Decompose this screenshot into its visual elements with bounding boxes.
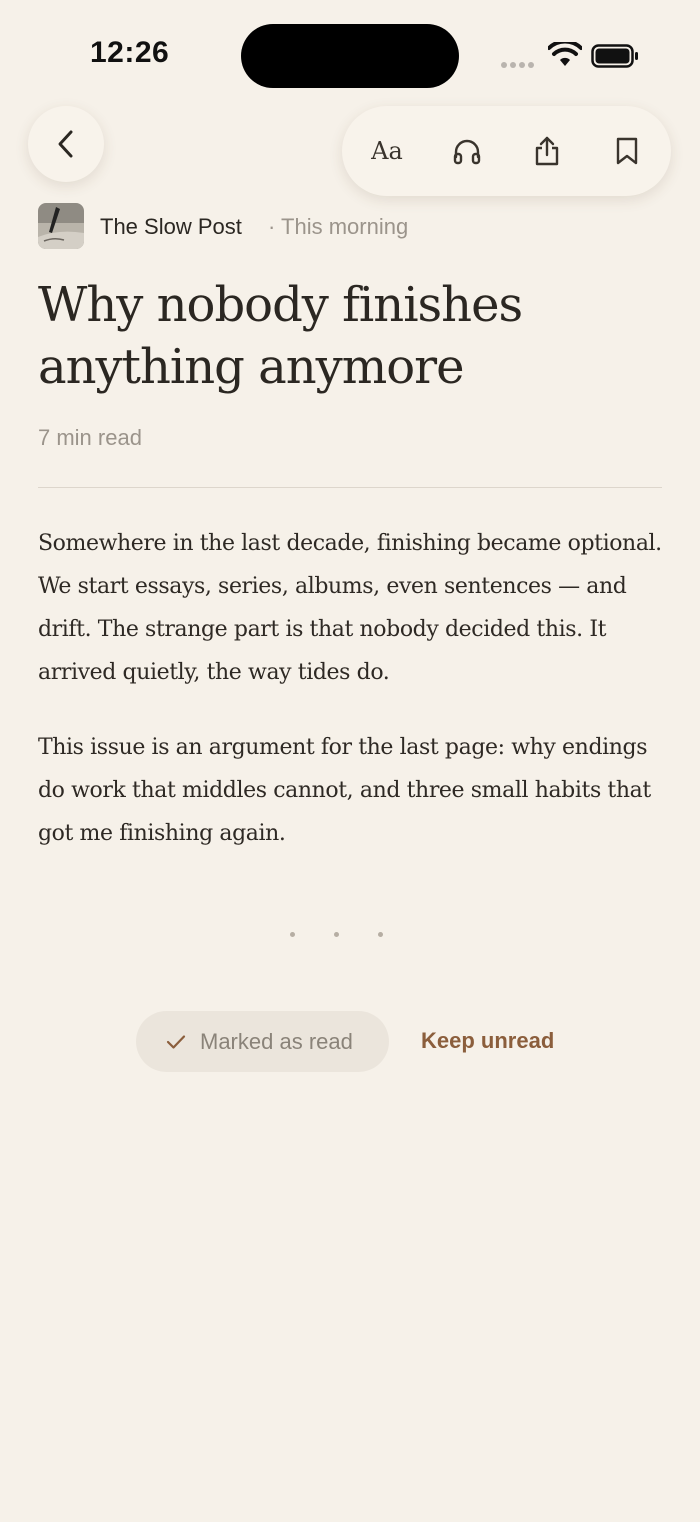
section-break <box>290 932 383 937</box>
reader-toolbar: Aa <box>342 106 671 196</box>
publication-logo[interactable] <box>38 203 84 249</box>
marked-as-read-button[interactable]: Marked as read <box>136 1011 389 1072</box>
marked-as-read-label: Marked as read <box>200 1028 353 1054</box>
wifi-icon <box>548 42 582 66</box>
bookmark-icon <box>616 137 638 165</box>
back-button[interactable] <box>28 106 104 182</box>
share-button[interactable] <box>517 106 577 196</box>
article-paragraph: Somewhere in the last decade, finishing … <box>38 531 662 685</box>
battery-icon <box>591 44 638 68</box>
divider <box>38 487 662 488</box>
article-paragraph: This issue is an argument for the last p… <box>38 735 651 846</box>
publication-name[interactable]: The Slow Post <box>100 214 242 240</box>
checkmark-icon <box>166 1034 186 1049</box>
share-icon <box>535 136 559 166</box>
keep-unread-button[interactable]: Keep unread <box>421 1028 554 1054</box>
status-time: 12:26 <box>90 36 170 69</box>
text-size-button[interactable]: Aa <box>357 106 417 196</box>
headphones-icon <box>453 139 481 165</box>
listen-button[interactable] <box>437 106 497 196</box>
article-title: Why nobody finishes anything anymore <box>38 277 523 395</box>
article-screen: 12:26 Aa The Slow Post · This morning Wh… <box>0 0 700 1522</box>
signal-dots-icon <box>501 62 534 68</box>
dynamic-island <box>241 24 459 88</box>
read-time: 7 min read <box>38 425 142 450</box>
text-size-label: Aa <box>371 137 403 165</box>
chevron-left-icon <box>58 130 73 158</box>
bookmark-button[interactable] <box>597 106 657 196</box>
published-time: · This morning <box>268 214 409 239</box>
